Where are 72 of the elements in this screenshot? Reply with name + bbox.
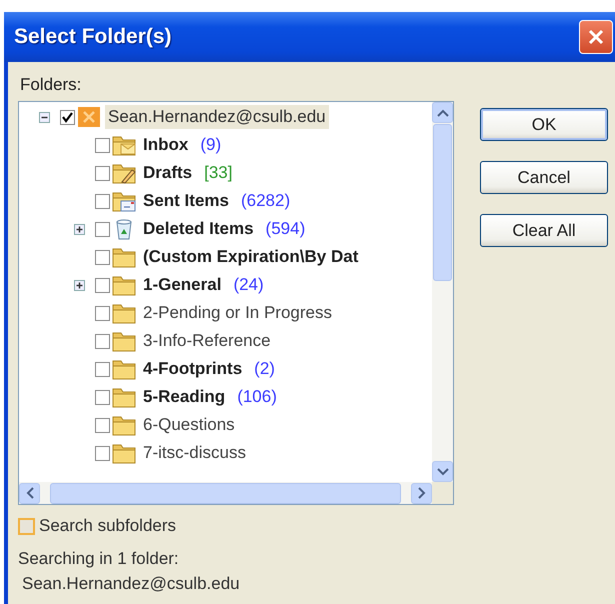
scroll-thumb[interactable] <box>50 482 401 504</box>
folder-name[interactable]: 1-General <box>140 273 224 297</box>
expand-icon[interactable] <box>74 280 85 290</box>
search-subfolders-label: Search subfolders <box>39 516 176 536</box>
folder-name[interactable]: 5-Reading <box>140 385 228 409</box>
drafts-folder-icon <box>112 162 136 184</box>
folder-checkbox[interactable] <box>95 194 110 208</box>
folder-name[interactable]: 2-Pending or In Progress <box>140 301 335 325</box>
status-text: Sean.Hernandez@csulb.edu <box>21 573 241 595</box>
dialog-button[interactable]: OK <box>480 108 608 141</box>
folder-icon <box>112 302 136 324</box>
scroll-thumb[interactable] <box>433 124 452 281</box>
folder-checkbox[interactable] <box>95 138 110 152</box>
folder-checkbox[interactable] <box>95 278 110 292</box>
scroll-left-button[interactable] <box>19 482 40 504</box>
collapse-icon[interactable] <box>39 112 50 122</box>
horizontal-scrollbar[interactable] <box>19 482 432 504</box>
dialog-button[interactable]: Cancel <box>480 161 608 194</box>
folder-icon <box>112 386 136 408</box>
folder-icon <box>112 442 136 464</box>
folder-name[interactable]: 7-itsc-discuss <box>140 441 249 465</box>
caret-down-icon <box>436 468 448 476</box>
folder-checkbox[interactable] <box>95 418 110 432</box>
scroll-down-button[interactable] <box>432 461 453 482</box>
folder-checkbox[interactable] <box>95 166 110 180</box>
item-count: (594) <box>266 219 306 239</box>
folder-name[interactable]: 6-Questions <box>140 413 238 437</box>
folder-checkbox[interactable] <box>95 334 110 348</box>
caret-right-icon <box>418 487 426 499</box>
item-count: (24) <box>233 275 264 295</box>
folder-name[interactable]: Drafts <box>140 161 196 185</box>
folder-checkbox[interactable] <box>95 390 110 404</box>
item-count: (6282) <box>240 191 290 211</box>
close-icon <box>586 27 606 47</box>
folder-name[interactable]: Inbox <box>140 133 192 157</box>
caret-left-icon <box>26 487 34 499</box>
folder-name[interactable]: Deleted Items <box>140 217 257 241</box>
item-count: (2) <box>254 359 275 379</box>
folder-checkbox[interactable] <box>95 362 110 376</box>
folder-name[interactable]: Sean.Hernandez@csulb.edu <box>105 105 329 129</box>
folder-icon <box>112 358 136 380</box>
dialog-button[interactable]: Clear All <box>480 214 608 247</box>
item-count: [33] <box>204 163 232 183</box>
item-count: (106) <box>237 387 277 407</box>
folder-checkbox[interactable] <box>95 222 110 236</box>
folder-name[interactable]: 4-Footprints <box>140 357 246 381</box>
sent-folder-icon <box>112 190 136 212</box>
item-count: (9) <box>200 135 222 155</box>
folders-label: Folders: <box>20 75 82 95</box>
folder-name[interactable]: 3-Info-Reference <box>140 329 274 353</box>
folder-icon <box>112 330 136 352</box>
folder-checkbox[interactable] <box>95 250 110 264</box>
scroll-up-button[interactable] <box>432 102 453 123</box>
inbox-folder-icon <box>112 134 136 156</box>
folder-icon <box>112 274 136 296</box>
folder-checkbox[interactable] <box>95 446 110 460</box>
close-button[interactable] <box>579 20 613 54</box>
scrollbar-corner <box>432 482 453 504</box>
expand-icon[interactable] <box>74 224 85 234</box>
mailbox-icon <box>77 106 101 128</box>
folder-icon <box>112 414 136 436</box>
scroll-right-button[interactable] <box>411 482 432 504</box>
vertical-scrollbar[interactable] <box>432 102 453 482</box>
window-title: Select Folder(s) <box>14 25 172 49</box>
search-subfolders-checkbox[interactable] <box>18 518 35 534</box>
folder-checkbox[interactable] <box>60 110 75 124</box>
folder-icon <box>112 246 136 268</box>
status-text: Searching in 1 folder: <box>18 548 180 570</box>
folder-name[interactable]: (Custom Expiration\By Dat <box>140 245 362 269</box>
folder-name[interactable]: Sent Items <box>140 189 232 213</box>
caret-up-icon <box>436 108 448 116</box>
folder-checkbox[interactable] <box>95 306 110 320</box>
